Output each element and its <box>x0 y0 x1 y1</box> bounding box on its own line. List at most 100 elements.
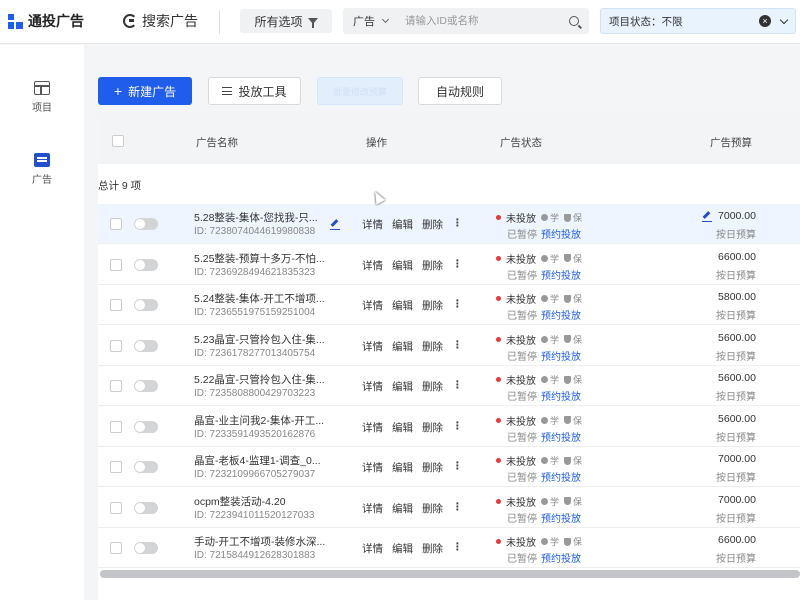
more-icon[interactable]: ⋮ <box>452 501 463 516</box>
column-header-name[interactable]: 广告名称 <box>196 135 238 150</box>
delete-link[interactable]: 删除 <box>422 501 443 516</box>
more-icon[interactable]: ⋮ <box>452 298 463 313</box>
detail-link[interactable]: 详情 <box>362 258 383 273</box>
delete-link[interactable]: 删除 <box>422 298 443 313</box>
table-row[interactable]: 5.22晶宣-只管拎包入住-集... ID: 72358088004297032… <box>98 366 800 406</box>
ad-name-link[interactable]: 5.22晶宣-只管拎包入住-集... <box>194 372 325 387</box>
detail-link[interactable]: 详情 <box>362 339 383 354</box>
edit-link[interactable]: 编辑 <box>392 339 413 354</box>
row-toggle-switch[interactable] <box>134 542 158 554</box>
table-row[interactable]: 手动-开工不增项-装修水深... ID: 7215844912628301883… <box>98 528 800 568</box>
edit-link[interactable]: 编辑 <box>392 541 413 556</box>
row-toggle-switch[interactable] <box>134 218 158 230</box>
delete-link[interactable]: 删除 <box>422 420 443 435</box>
table-row[interactable]: 5.25整装-预算十多万-不怕... ID: 72369284946218353… <box>98 244 800 285</box>
row-checkbox[interactable] <box>110 339 122 352</box>
chevron-down-icon[interactable] <box>779 15 789 25</box>
ad-name-link[interactable]: ocpm整装活动-4.20 <box>194 494 286 509</box>
more-icon[interactable]: ⋮ <box>452 541 463 556</box>
edit-link[interactable]: 编辑 <box>392 420 413 435</box>
detail-link[interactable]: 详情 <box>362 298 383 313</box>
edit-link[interactable]: 编辑 <box>392 379 413 394</box>
schedule-delivery-link[interactable]: 预约投放 <box>541 554 581 565</box>
search-ads-link[interactable]: 搜索广告 <box>123 11 198 31</box>
schedule-delivery-link[interactable]: 预约投放 <box>541 473 581 484</box>
row-toggle-switch[interactable] <box>134 258 158 271</box>
row-checkbox[interactable] <box>110 380 122 392</box>
table-row[interactable]: 5.28整装-集体-您找我-只... ID: 72380740446199808… <box>98 204 800 244</box>
delete-link[interactable]: 删除 <box>422 217 443 232</box>
new-ad-button[interactable]: + 新建广告 <box>98 77 192 105</box>
edit-link[interactable]: 编辑 <box>392 460 413 475</box>
delete-link[interactable]: 删除 <box>422 541 443 556</box>
delete-link[interactable]: 删除 <box>422 258 443 273</box>
detail-link[interactable]: 详情 <box>362 541 383 556</box>
project-status-filter[interactable]: 项目状态：不限 × <box>600 8 796 34</box>
more-icon[interactable]: ⋮ <box>452 217 463 232</box>
ad-name-link[interactable]: 5.23晶宣-只管拎包入住-集... <box>194 332 325 347</box>
delete-link[interactable]: 删除 <box>422 379 443 394</box>
row-checkbox[interactable] <box>110 258 122 271</box>
edit-link[interactable]: 编辑 <box>392 258 413 273</box>
row-toggle-switch[interactable] <box>134 461 158 473</box>
schedule-delivery-link[interactable]: 预约投放 <box>541 311 581 322</box>
delivery-tools-button[interactable]: 投放工具 <box>208 77 301 105</box>
schedule-delivery-link[interactable]: 预约投放 <box>541 514 581 525</box>
column-header-status[interactable]: 广告状态 <box>500 135 542 150</box>
ad-name-link[interactable]: 晶宣-业主问我2-集体-开工... <box>194 413 324 428</box>
table-row[interactable]: 5.24整装-集体-开工不增项... ID: 72365519751592510… <box>98 285 800 325</box>
detail-link[interactable]: 详情 <box>362 460 383 475</box>
blurred-button[interactable]: 批量修改预算 <box>317 77 403 105</box>
row-toggle-switch[interactable] <box>134 339 158 352</box>
row-checkbox[interactable] <box>110 218 122 230</box>
ad-name-link[interactable]: 5.24整装-集体-开工不增项... <box>194 291 325 306</box>
more-icon[interactable]: ⋮ <box>452 339 463 354</box>
edit-link[interactable]: 编辑 <box>392 298 413 313</box>
search-icon[interactable] <box>569 16 579 26</box>
more-icon[interactable]: ⋮ <box>452 379 463 394</box>
row-checkbox[interactable] <box>110 501 122 514</box>
edit-link[interactable]: 编辑 <box>392 501 413 516</box>
ad-name-link[interactable]: 5.25整装-预算十多万-不怕... <box>194 251 325 266</box>
row-toggle-switch[interactable] <box>134 299 158 311</box>
all-options-button[interactable]: 所有选项 <box>240 9 332 33</box>
row-checkbox[interactable] <box>110 299 122 311</box>
table-row[interactable]: 5.23晶宣-只管拎包入住-集... ID: 72361782770134057… <box>98 325 800 366</box>
delete-link[interactable]: 删除 <box>422 460 443 475</box>
search-input[interactable] <box>399 15 569 27</box>
select-all-checkbox[interactable] <box>112 135 124 147</box>
ad-name-link[interactable]: 5.28整装-集体-您找我-只... <box>194 210 318 225</box>
schedule-delivery-link[interactable]: 预约投放 <box>541 230 581 241</box>
more-icon[interactable]: ⋮ <box>452 258 463 273</box>
row-checkbox[interactable] <box>110 461 122 473</box>
nav-item-ad[interactable]: 广告 <box>0 153 84 186</box>
schedule-delivery-link[interactable]: 预约投放 <box>541 392 581 403</box>
edit-name-pencil-icon[interactable] <box>330 219 340 230</box>
brand[interactable]: 通投广告 <box>8 11 84 31</box>
search-type-select[interactable]: 广告 <box>343 13 399 29</box>
row-toggle-switch[interactable] <box>134 380 158 392</box>
detail-link[interactable]: 详情 <box>362 217 383 232</box>
row-checkbox[interactable] <box>110 542 122 554</box>
row-toggle-switch[interactable] <box>134 420 158 433</box>
row-checkbox[interactable] <box>110 420 122 433</box>
column-header-budget[interactable]: 广告预算 <box>710 135 752 150</box>
table-row[interactable]: 晶宣-业主问我2-集体-开工... ID: 723359149352016287… <box>98 406 800 447</box>
auto-rules-button[interactable]: 自动规则 <box>418 77 502 105</box>
more-icon[interactable]: ⋮ <box>452 460 463 475</box>
ad-name-link[interactable]: 手动-开工不增项-装修水深... <box>194 534 325 549</box>
schedule-delivery-link[interactable]: 预约投放 <box>541 271 581 282</box>
ad-name-link[interactable]: 晶宣-老板4-监理1-调查_0... <box>194 453 321 468</box>
edit-budget-pencil-icon[interactable] <box>702 211 712 222</box>
row-toggle-switch[interactable] <box>134 501 158 514</box>
detail-link[interactable]: 详情 <box>362 379 383 394</box>
more-icon[interactable]: ⋮ <box>452 420 463 435</box>
detail-link[interactable]: 详情 <box>362 501 383 516</box>
horizontal-scrollbar[interactable] <box>100 570 800 578</box>
table-row[interactable]: ocpm整装活动-4.20 ID: 7223941011520127033 详情… <box>98 487 800 528</box>
clear-icon[interactable]: × <box>759 15 771 27</box>
schedule-delivery-link[interactable]: 预约投放 <box>541 352 581 363</box>
table-row[interactable]: 晶宣-老板4-监理1-调查_0... ID: 72321099667052790… <box>98 447 800 487</box>
schedule-delivery-link[interactable]: 预约投放 <box>541 433 581 444</box>
detail-link[interactable]: 详情 <box>362 420 383 435</box>
